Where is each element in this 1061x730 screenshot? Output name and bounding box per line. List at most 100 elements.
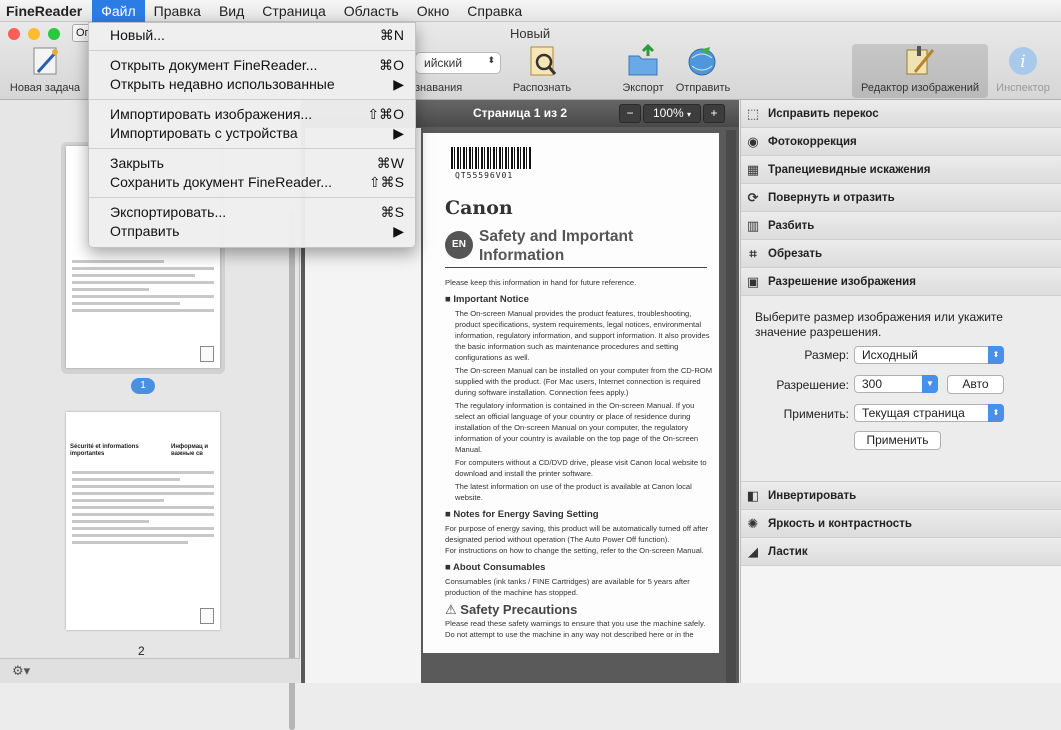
menu-item-import-images[interactable]: Импортировать изображения... ⇧⌘O xyxy=(89,105,415,124)
select-arrows-icon: ⬍ xyxy=(988,346,1004,364)
section-resolution[interactable]: ▣ Разрешение изображения xyxy=(741,268,1061,296)
image-editor-button[interactable]: Редактор изображений xyxy=(852,44,988,98)
zoom-window-button[interactable] xyxy=(48,28,60,40)
crop-icon: ⌗ xyxy=(749,245,757,261)
size-select[interactable]: Исходный ⬍ xyxy=(854,346,1004,364)
export-icon xyxy=(626,43,660,78)
inspector-button[interactable]: i Инспектор xyxy=(988,44,1058,94)
page1-badge: 1 xyxy=(131,378,155,394)
section-label: Исправить перекос xyxy=(768,107,879,120)
section-label: Ластик xyxy=(768,545,808,558)
language-label: знавания xyxy=(415,82,463,94)
menu-item-import-device[interactable]: Импортировать с устройства ▶ xyxy=(89,124,415,143)
page-doc-icon xyxy=(200,346,214,362)
send-button[interactable]: Отправить xyxy=(658,44,748,94)
app-menu[interactable]: FineReader xyxy=(0,3,92,19)
close-window-button[interactable] xyxy=(8,28,20,40)
resolution-combo[interactable]: 300 ▼ xyxy=(854,375,938,393)
menu-file[interactable]: Файл xyxy=(92,0,145,22)
energy-text-1: For purpose of energy saving, this produ… xyxy=(445,524,709,544)
heading-energy: ■ Notes for Energy Saving Setting xyxy=(445,509,599,520)
apply-to-value: Текущая страница xyxy=(862,406,965,420)
bullet-4: For computers without a CD/DVD drive, pl… xyxy=(455,458,707,478)
viewer-scrollbar[interactable] xyxy=(726,130,736,683)
section-brightness[interactable]: ✺ Яркость и контрастность xyxy=(741,510,1061,538)
menu-item-send[interactable]: Отправить ▶ xyxy=(89,222,415,241)
menu-window[interactable]: Окно xyxy=(408,0,459,22)
recognize-button[interactable]: Распознать xyxy=(497,44,587,94)
section-eraser[interactable]: ◢ Ластик xyxy=(741,538,1061,566)
section-label: Разрешение изображения xyxy=(768,275,916,288)
rotate-icon: ⟳ xyxy=(747,189,759,205)
language-value: ийский xyxy=(424,56,463,70)
submenu-arrow-icon: ▶ xyxy=(393,76,404,92)
menu-page[interactable]: Страница xyxy=(253,0,334,22)
section-label: Инвертировать xyxy=(768,489,857,502)
submenu-arrow-icon: ▶ xyxy=(393,223,404,239)
menu-item-save[interactable]: Сохранить документ FineReader... ⇧⌘S xyxy=(89,173,415,192)
section-rotate[interactable]: ⟳ Повернуть и отразить xyxy=(741,184,1061,212)
invert-icon: ◧ xyxy=(746,487,760,503)
thumbnail-scrollbar[interactable] xyxy=(289,210,295,730)
select-arrows-icon: ⬍ xyxy=(988,404,1004,422)
menu-separator xyxy=(89,99,415,100)
barcode xyxy=(451,147,531,169)
menu-edit[interactable]: Правка xyxy=(145,0,210,22)
menu-item-open-recent[interactable]: Открыть недавно использованные ▶ xyxy=(89,75,415,94)
shortcut: ⇧⌘O xyxy=(367,106,404,122)
heading-safety: ⚠ Safety Precautions xyxy=(445,602,578,617)
info-icon: i xyxy=(1006,44,1040,78)
thumbnail-bottom-bar: ⚙▾ xyxy=(0,658,300,683)
shortcut: ⌘S xyxy=(380,204,404,220)
section-label: Фотокоррекция xyxy=(768,135,857,148)
document-page[interactable]: QT55596V01 Canon EN Safety and Important… xyxy=(423,133,719,653)
zoom-out-button[interactable]: − xyxy=(619,104,641,123)
new-task-button[interactable]: Новая задача xyxy=(0,44,90,94)
submenu-arrow-icon: ▶ xyxy=(393,125,404,141)
page2-thumbnail[interactable]: Sécurité et informations importantes Инф… xyxy=(66,412,220,630)
eraser-icon: ◢ xyxy=(748,543,758,559)
section-split[interactable]: ▥ Разбить xyxy=(741,212,1061,240)
language-select[interactable]: ийский ⬍ xyxy=(415,52,501,74)
section-trapezoid[interactable]: ▦ Трапециевидные искажения xyxy=(741,156,1061,184)
recognize-icon xyxy=(525,44,559,78)
resolution-description: Выберите размер изображения или укажите … xyxy=(755,310,1003,339)
settings-gear-icon[interactable]: ⚙▾ xyxy=(12,663,30,679)
page-title: Страница 1 из 2 xyxy=(473,106,568,120)
section-camera[interactable]: ◉ Фотокоррекция xyxy=(741,128,1061,156)
editor-sections-bottom: ◧ Инвертировать ✺ Яркость и контрастность ◢ Л… xyxy=(741,482,1061,566)
section-skew[interactable]: ⬚ Исправить перекос xyxy=(741,100,1061,128)
menu-help[interactable]: Справка xyxy=(458,0,531,22)
apply-button[interactable]: Применить xyxy=(854,431,941,450)
zoom-in-button[interactable]: + xyxy=(703,104,725,123)
resolution-icon: ▣ xyxy=(746,273,760,289)
menu-view[interactable]: Вид xyxy=(210,0,253,22)
menu-separator xyxy=(89,197,415,198)
shortcut: ⇧⌘S xyxy=(368,174,404,190)
safety-text-2: Do not attempt to use the machine in any… xyxy=(445,630,694,639)
trapezoid-icon: ▦ xyxy=(746,161,760,177)
menu-item-open[interactable]: Открыть документ FineReader... ⌘O xyxy=(89,56,415,75)
menu-area[interactable]: Область xyxy=(335,0,408,22)
section-crop[interactable]: ⌗ Обрезать xyxy=(741,240,1061,268)
image-editor-label: Редактор изображений xyxy=(861,82,979,94)
menu-item-close[interactable]: Закрыть ⌘W xyxy=(89,154,415,173)
doc-title: Safety and Important Information xyxy=(479,228,634,264)
send-label: Отправить xyxy=(675,82,731,94)
zoom-select[interactable]: 100% ▾ xyxy=(643,104,701,123)
section-invert[interactable]: ◧ Инвертировать xyxy=(741,482,1061,510)
section-label: Трапециевидные искажения xyxy=(768,163,931,176)
bullet-2: The On-screen Manual can be installed on… xyxy=(455,366,713,397)
auto-button[interactable]: Авто xyxy=(947,375,1004,394)
menu-item-new[interactable]: Новый... ⌘N xyxy=(89,26,415,45)
page2-title: Sécurité et informations importantes xyxy=(70,444,139,457)
menu-item-export[interactable]: Экспортировать... ⌘S xyxy=(89,203,415,222)
minimize-window-button[interactable] xyxy=(28,28,40,40)
camera-icon: ◉ xyxy=(747,133,759,149)
apply-to-select[interactable]: Текущая страница ⬍ xyxy=(854,404,1004,422)
page-doc-warning-icon xyxy=(200,608,214,624)
energy-text-2: For instructions on how to change the se… xyxy=(445,546,704,555)
resolution-label: Разрешение: xyxy=(776,378,849,392)
page2-lines xyxy=(66,412,220,544)
image-editor-icon xyxy=(903,44,937,78)
